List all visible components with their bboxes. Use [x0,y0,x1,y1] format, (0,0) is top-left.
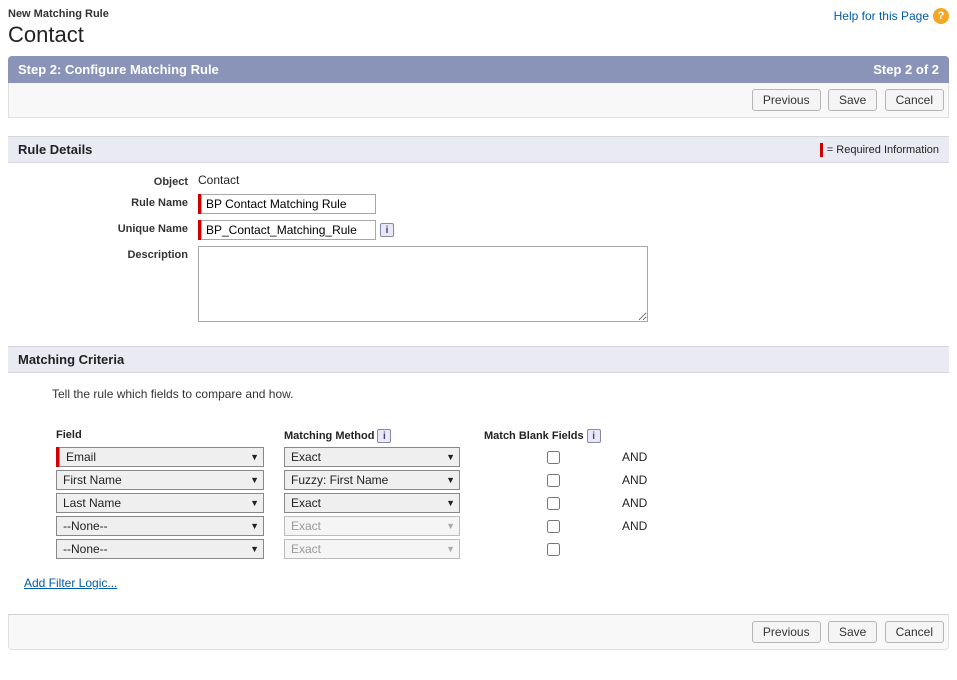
description-textarea[interactable] [198,246,648,322]
rule-name-row: Rule Name [18,194,939,214]
chevron-down-icon: ▼ [446,498,455,508]
previous-button[interactable]: Previous [752,621,821,643]
cancel-button[interactable]: Cancel [885,89,944,111]
required-bar-icon [820,143,823,157]
match-blank-checkbox[interactable] [547,451,560,464]
description-row: Description [18,246,939,322]
chevron-down-icon: ▼ [250,452,259,462]
previous-button[interactable]: Previous [752,89,821,111]
field-select[interactable]: --None-- ▼ [56,516,264,536]
chevron-down-icon: ▼ [250,544,259,554]
criteria-table: Field Matching Method i Match Blank Fiel… [40,429,931,559]
required-legend-text: = Required Information [827,144,939,156]
field-select-value: First Name [63,473,122,487]
col-method-header: Matching Method i [284,429,484,443]
help-icon: ? [933,8,949,24]
chevron-down-icon: ▼ [446,452,455,462]
step-bar: Step 2: Configure Matching Rule Step 2 o… [8,56,949,83]
add-filter-logic-link[interactable]: Add Filter Logic... [24,576,117,590]
matching-method-select: Exact ▼ [284,516,460,536]
rule-name-label: Rule Name [18,194,198,209]
chevron-down-icon: ▼ [446,521,455,531]
field-select[interactable]: First Name ▼ [56,470,264,490]
criteria-row: First Name ▼ Fuzzy: First Name ▼ AND [56,470,931,490]
field-select-value: Last Name [63,496,121,510]
matching-criteria-intro: Tell the rule which fields to compare an… [40,387,931,401]
rule-details-title: Rule Details [18,142,92,157]
logic-operator: AND [622,473,682,487]
logic-operator: AND [622,496,682,510]
chevron-down-icon: ▼ [250,521,259,531]
matching-method-select[interactable]: Exact ▼ [284,447,460,467]
step-bar-progress: Step 2 of 2 [873,62,939,77]
criteria-row: --None-- ▼ Exact ▼ AND [56,516,931,536]
field-select-value: --None-- [63,519,108,533]
required-legend: = Required Information [820,143,939,157]
field-select[interactable]: Last Name ▼ [56,493,264,513]
matching-method-select[interactable]: Fuzzy: First Name ▼ [284,470,460,490]
info-icon[interactable]: i [377,429,391,443]
info-icon[interactable]: i [380,223,394,237]
unique-name-input[interactable] [201,220,376,240]
page-title: Contact [8,22,109,48]
save-button[interactable]: Save [828,621,877,643]
description-label: Description [18,246,198,261]
object-value: Contact [198,173,239,187]
button-row-top: Previous Save Cancel [8,83,949,118]
criteria-row: Email ▼ Exact ▼ AND [56,447,931,467]
matching-criteria-body: Tell the rule which fields to compare an… [8,373,949,600]
matching-method-value: Exact [291,542,321,556]
field-select-value: Email [66,450,96,464]
chevron-down-icon: ▼ [446,544,455,554]
matching-method-value: Exact [291,496,321,510]
match-blank-checkbox[interactable] [547,474,560,487]
page-header: New Matching Rule Contact Help for this … [8,8,949,48]
unique-name-row: Unique Name i [18,220,939,240]
matching-method-select[interactable]: Exact ▼ [284,493,460,513]
rule-details-header: Rule Details = Required Information [8,136,949,163]
matching-method-value: Exact [291,450,321,464]
chevron-down-icon: ▼ [446,475,455,485]
logic-operator: AND [622,519,682,533]
save-button[interactable]: Save [828,89,877,111]
page-header-left: New Matching Rule Contact [8,8,109,48]
criteria-table-head: Field Matching Method i Match Blank Fiel… [56,429,931,443]
criteria-row: --None-- ▼ Exact ▼ [56,539,931,559]
unique-name-label: Unique Name [18,220,198,235]
matching-criteria-header: Matching Criteria [8,346,949,373]
match-blank-checkbox[interactable] [547,543,560,556]
rule-details-body: Object Contact Rule Name Unique Name i D… [8,163,949,346]
help-link[interactable]: Help for this Page ? [834,8,949,24]
matching-method-select: Exact ▼ [284,539,460,559]
info-icon[interactable]: i [587,429,601,443]
col-field-header: Field [56,429,284,443]
matching-method-value: Fuzzy: First Name [291,473,388,487]
match-blank-checkbox[interactable] [547,520,560,533]
criteria-row: Last Name ▼ Exact ▼ AND [56,493,931,513]
chevron-down-icon: ▼ [250,475,259,485]
object-row: Object Contact [18,173,939,188]
matching-criteria-title: Matching Criteria [18,352,124,367]
page-subtitle: New Matching Rule [8,8,109,20]
col-blank-header: Match Blank Fields i [484,429,622,443]
help-link-label: Help for this Page [834,9,929,23]
matching-method-value: Exact [291,519,321,533]
object-label: Object [18,173,198,188]
field-select[interactable]: --None-- ▼ [56,539,264,559]
chevron-down-icon: ▼ [250,498,259,508]
field-select[interactable]: Email ▼ [59,447,264,467]
field-select-value: --None-- [63,542,108,556]
col-logic-header [622,429,682,443]
logic-operator: AND [622,450,682,464]
cancel-button[interactable]: Cancel [885,621,944,643]
rule-name-input[interactable] [201,194,376,214]
step-bar-title: Step 2: Configure Matching Rule [18,62,219,77]
button-row-bottom: Previous Save Cancel [8,614,949,650]
match-blank-checkbox[interactable] [547,497,560,510]
